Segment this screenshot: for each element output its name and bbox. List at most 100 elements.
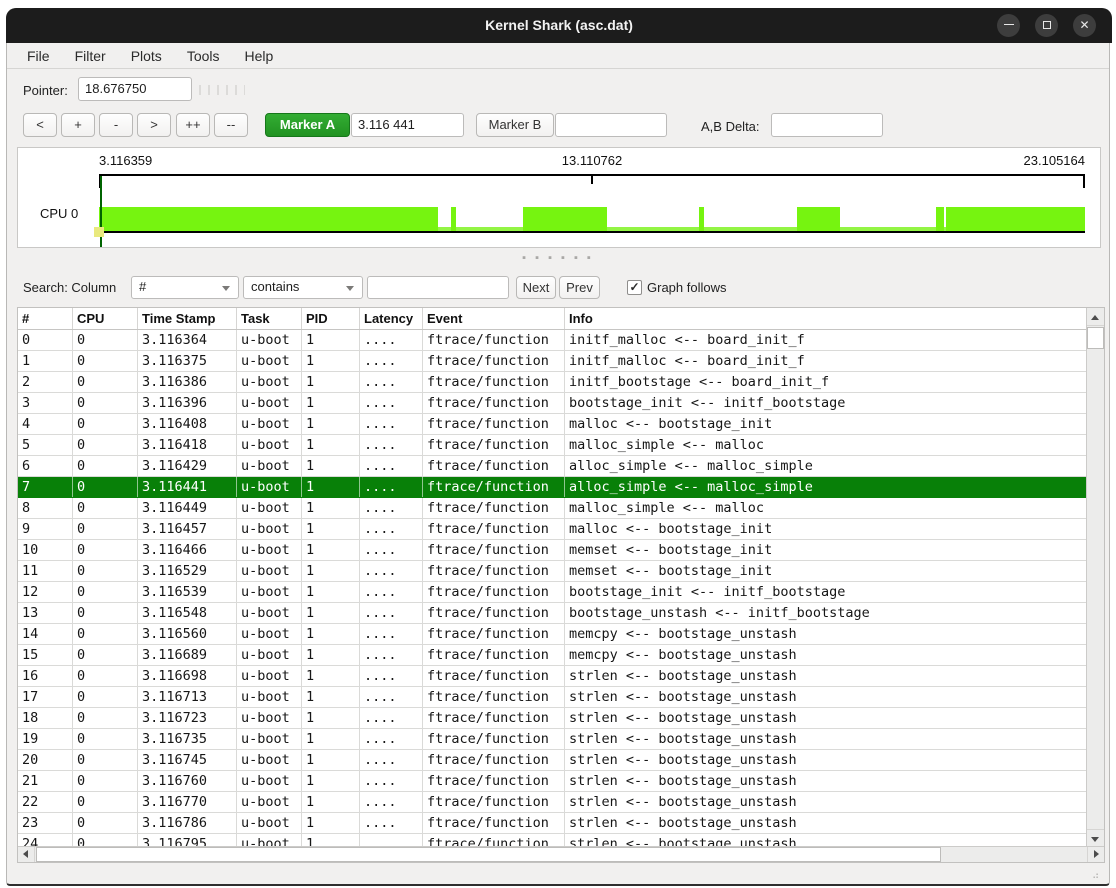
cell-number: 2 <box>18 372 73 392</box>
step-forward-button[interactable]: > <box>137 113 171 137</box>
timeline-graph[interactable]: 3.116359 13.110762 23.105164 CPU 0 <box>17 147 1101 248</box>
cell-latency: .... <box>360 750 423 770</box>
table-row[interactable]: 2203.116770u-boot1....ftrace/functionstr… <box>18 792 1087 813</box>
zoom-in-fast-button[interactable]: ++ <box>176 113 210 137</box>
table-row[interactable]: 2103.116760u-boot1....ftrace/functionstr… <box>18 771 1087 792</box>
zoom-out-button[interactable]: - <box>99 113 133 137</box>
cell-number: 1 <box>18 351 73 371</box>
menu-tools[interactable]: Tools <box>183 46 224 66</box>
cell-task: u-boot <box>237 582 302 602</box>
search-column-select[interactable]: # <box>131 276 239 299</box>
search-input[interactable] <box>367 276 509 299</box>
cell-number: 9 <box>18 519 73 539</box>
cell-task: u-boot <box>237 414 302 434</box>
cell-pid: 1 <box>302 351 360 371</box>
search-operator-select[interactable]: contains <box>243 276 363 299</box>
col-header-cpu[interactable]: CPU <box>73 308 138 329</box>
table-row[interactable]: 2303.116786u-boot1....ftrace/functionstr… <box>18 813 1087 834</box>
cell-info: bootstage_init <-- initf_bootstage <box>565 582 1087 602</box>
cell-info: initf_malloc <-- board_init_f <box>565 330 1087 350</box>
table-row[interactable]: 403.116408u-boot1....ftrace/functionmall… <box>18 414 1087 435</box>
table-row[interactable]: 103.116375u-boot1....ftrace/functioninit… <box>18 351 1087 372</box>
step-back-button[interactable]: < <box>23 113 57 137</box>
timeline-busy-segment[interactable] <box>946 207 1085 231</box>
cell-cpu: 0 <box>73 687 138 707</box>
marker-a-button[interactable]: Marker A <box>265 113 350 137</box>
scroll-down-button[interactable] <box>1087 829 1104 847</box>
table-row[interactable]: 1103.116529u-boot1....ftrace/functionmem… <box>18 561 1087 582</box>
resize-grip[interactable]: ⣠ <box>1092 868 1104 880</box>
col-header-event[interactable]: Event <box>423 308 565 329</box>
menu-filter[interactable]: Filter <box>71 46 110 66</box>
marker-b-button[interactable]: Marker B <box>476 113 554 137</box>
table-row[interactable]: 1903.116735u-boot1....ftrace/functionstr… <box>18 729 1087 750</box>
table-row[interactable]: 1203.116539u-boot1....ftrace/functionboo… <box>18 582 1087 603</box>
table-row[interactable]: 1703.116713u-boot1....ftrace/functionstr… <box>18 687 1087 708</box>
table-row[interactable]: 503.116418u-boot1....ftrace/functionmall… <box>18 435 1087 456</box>
marker-a-value-field[interactable]: 3.116 441 <box>351 113 464 137</box>
zoom-out-fast-button[interactable]: -- <box>214 113 248 137</box>
table-row[interactable]: 603.116429u-boot1....ftrace/functionallo… <box>18 456 1087 477</box>
menu-help[interactable]: Help <box>241 46 278 66</box>
prev-button[interactable]: Prev <box>559 276 600 299</box>
graph-follows-checkbox[interactable]: ✓ <box>627 280 642 295</box>
zoom-in-button[interactable]: + <box>61 113 95 137</box>
next-button[interactable]: Next <box>516 276 556 299</box>
timeline-busy-segment[interactable] <box>523 207 607 231</box>
cell-pid: 1 <box>302 687 360 707</box>
ab-delta-field[interactable] <box>771 113 883 137</box>
table-row[interactable]: 1303.116548u-boot1....ftrace/functionboo… <box>18 603 1087 624</box>
col-header-task[interactable]: Task <box>237 308 302 329</box>
cell-cpu: 0 <box>73 435 138 455</box>
minimize-button[interactable] <box>997 14 1020 37</box>
table-row[interactable]: 803.116449u-boot1....ftrace/functionmall… <box>18 498 1087 519</box>
col-header-number[interactable]: # <box>18 308 73 329</box>
timeline-busy-segment[interactable] <box>797 207 840 231</box>
table-row[interactable]: 1503.116689u-boot1....ftrace/functionmem… <box>18 645 1087 666</box>
arrow-left-icon <box>23 850 28 858</box>
cell-info: alloc_simple <-- malloc_simple <box>565 456 1087 476</box>
title-bar[interactable]: Kernel Shark (asc.dat) ✕ <box>6 8 1112 43</box>
timeline-busy-segment[interactable] <box>936 207 944 231</box>
scroll-left-button[interactable] <box>18 847 35 862</box>
menu-file[interactable]: File <box>23 46 54 66</box>
close-button[interactable]: ✕ <box>1073 14 1096 37</box>
cell-event: ftrace/function <box>423 498 565 518</box>
table-row[interactable]: 903.116457u-boot1....ftrace/functionmall… <box>18 519 1087 540</box>
vertical-scrollbar[interactable] <box>1086 308 1104 847</box>
cell-info: strlen <-- bootstage_unstash <box>565 771 1087 791</box>
table-row[interactable]: 1603.116698u-boot1....ftrace/functionstr… <box>18 666 1087 687</box>
table-row[interactable]: 1803.116723u-boot1....ftrace/functionstr… <box>18 708 1087 729</box>
cell-task: u-boot <box>237 456 302 476</box>
vertical-scroll-thumb[interactable] <box>1087 327 1104 349</box>
cell-timestamp: 3.116429 <box>138 456 237 476</box>
maximize-button[interactable] <box>1035 14 1058 37</box>
marker-b-value-field[interactable] <box>555 113 667 137</box>
col-header-latency[interactable]: Latency <box>360 308 423 329</box>
col-header-pid[interactable]: PID <box>302 308 360 329</box>
col-header-info[interactable]: Info <box>565 308 1087 329</box>
table-row[interactable]: 1003.116466u-boot1....ftrace/functionmem… <box>18 540 1087 561</box>
scroll-up-button[interactable] <box>1087 308 1104 326</box>
table-row-selected[interactable]: 703.116441u-boot1....ftrace/functionallo… <box>18 477 1087 498</box>
cell-cpu: 0 <box>73 771 138 791</box>
table-row[interactable]: 303.116396u-boot1....ftrace/functionboot… <box>18 393 1087 414</box>
pointer-field[interactable]: 18.676750 <box>78 77 192 101</box>
cell-info: initf_bootstage <-- board_init_f <box>565 372 1087 392</box>
horizontal-scrollbar[interactable] <box>18 846 1104 862</box>
horizontal-scroll-thumb[interactable] <box>36 847 941 862</box>
scroll-right-button[interactable] <box>1087 847 1104 862</box>
table-row[interactable]: 203.116386u-boot1....ftrace/functioninit… <box>18 372 1087 393</box>
cpu0-bar[interactable] <box>99 207 1085 233</box>
timeline-busy-segment[interactable] <box>451 207 456 231</box>
table-row[interactable]: 2003.116745u-boot1....ftrace/functionstr… <box>18 750 1087 771</box>
menu-plots[interactable]: Plots <box>127 46 166 66</box>
col-header-timestamp[interactable]: Time Stamp <box>138 308 237 329</box>
table-row[interactable]: 003.116364u-boot1....ftrace/functioninit… <box>18 330 1087 351</box>
splitter-handle[interactable]: ▪ ▪ ▪ ▪ ▪ ▪ <box>7 252 1109 264</box>
cell-latency: .... <box>360 477 423 497</box>
timeline-busy-segment[interactable] <box>699 207 704 231</box>
table-row[interactable]: 1403.116560u-boot1....ftrace/functionmem… <box>18 624 1087 645</box>
timeline-busy-segment[interactable] <box>99 207 438 231</box>
cell-info: memset <-- bootstage_init <box>565 561 1087 581</box>
